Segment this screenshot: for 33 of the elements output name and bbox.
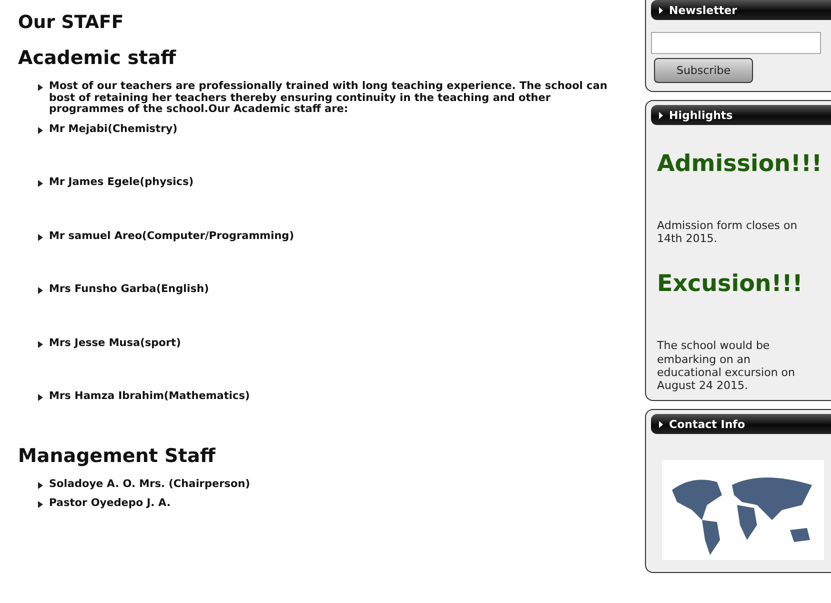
bullet-icon — [38, 340, 43, 348]
staff-list-item: Mr Mejabi(Chemistry) — [49, 124, 178, 136]
staff-list-item: Mrs Hamza Ibrahim(Mathematics) — [49, 391, 250, 403]
panel-title: Highlights — [669, 108, 733, 122]
news-text: The school would be embarking on an educational excursion on August 24 2015. — [657, 339, 796, 392]
staff-list-item: Mr samuel Areo(Computer/Programming) — [49, 230, 294, 242]
news-text: Admission form closes on 14th 2015. — [657, 219, 798, 246]
arrow-icon — [659, 6, 663, 14]
bullet-icon — [38, 234, 43, 241]
arrow-icon — [659, 420, 663, 428]
staff-list-item: Mr James Egele(physics) — [49, 177, 194, 189]
page-title: Our STAFF — [18, 12, 125, 33]
bullet-icon — [38, 482, 43, 489]
staff-list-item: Mrs Funsho Garba(English) — [49, 284, 209, 296]
news-headline: Excusion!!! — [657, 271, 804, 298]
staff-list-item: Soladoye A. O. Mrs. (Chairperson) — [49, 478, 250, 490]
bullet-icon — [38, 84, 43, 91]
staff-list-item: Pastor Oyedepo J. A. — [49, 498, 171, 510]
bullet-icon — [38, 501, 43, 508]
bullet-icon — [38, 394, 43, 402]
bullet-icon — [38, 126, 43, 134]
arrow-icon — [659, 112, 663, 118]
panel-title: Contact Info — [669, 418, 746, 431]
bullet-icon — [38, 180, 43, 188]
section-heading: Academic staff — [18, 47, 178, 69]
email-field[interactable] — [651, 32, 821, 54]
panel-title: Newsletter — [669, 4, 738, 16]
section-heading: Management Staff — [18, 444, 216, 467]
bullet-icon — [38, 287, 43, 294]
staff-list-item: Mrs Jesse Musa(sport) — [49, 338, 181, 350]
subscribe-button[interactable]: Subscribe — [654, 58, 753, 83]
staff-list-item: Most of our teachers are professionally trained with long teaching experience. The school can bost of retaining her teachers thereby ensuring continuity in the teaching and other programmes of the school.Our Academic staff are: — [49, 81, 608, 116]
news-headline: Admission!!! — [657, 151, 824, 177]
